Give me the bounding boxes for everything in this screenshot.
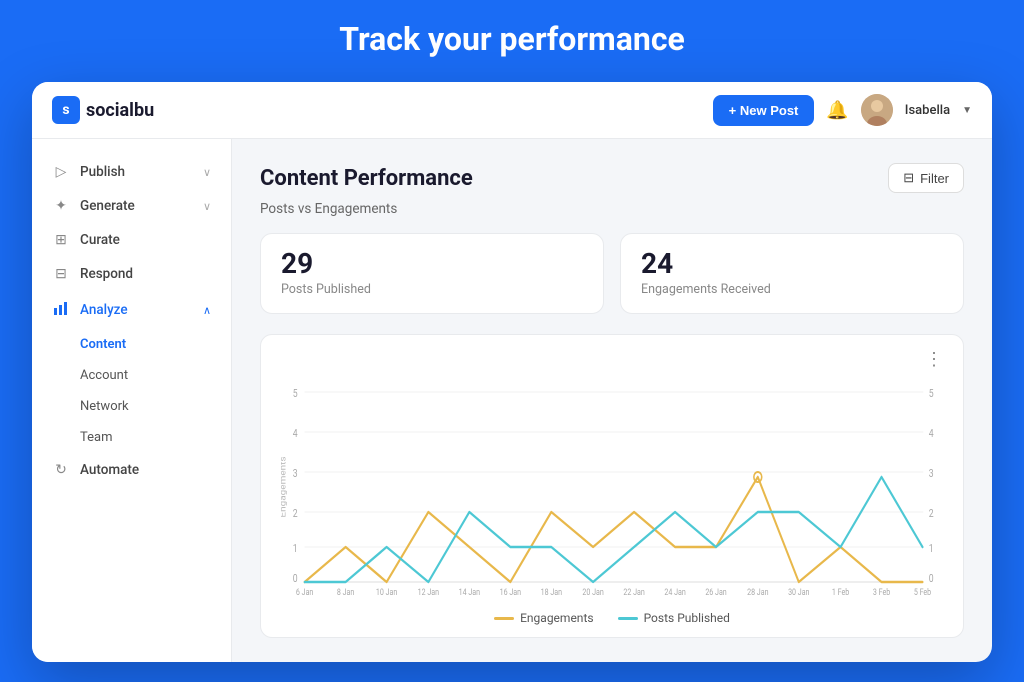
- svg-text:2: 2: [929, 508, 934, 520]
- logo-icon: s: [52, 96, 80, 124]
- stat-card-engagements: 24 Engagements Received: [620, 233, 964, 314]
- logo-text: socialbu: [86, 100, 154, 121]
- chevron-generate-icon: ∨: [203, 200, 211, 213]
- svg-text:4: 4: [293, 428, 298, 440]
- svg-text:Posts Published: Posts Published: [940, 451, 943, 523]
- sidebar-sub-analyze: Content Account Network Team: [32, 329, 231, 453]
- svg-text:1 Feb: 1 Feb: [832, 586, 850, 597]
- analyze-icon: [52, 300, 70, 320]
- filter-icon: ⊟: [903, 170, 914, 186]
- chart-menu-icon[interactable]: ⋮: [925, 351, 943, 369]
- svg-text:4: 4: [929, 428, 934, 440]
- sidebar-label-curate: Curate: [80, 232, 120, 248]
- automate-icon: ↻: [52, 462, 70, 478]
- svg-text:10 Jan: 10 Jan: [376, 586, 397, 597]
- top-bar: s socialbu + New Post 🔔 Isabella ▼: [32, 82, 992, 139]
- generate-icon: ✦: [52, 198, 70, 214]
- svg-text:8 Jan: 8 Jan: [337, 586, 354, 597]
- svg-text:18 Jan: 18 Jan: [541, 586, 562, 597]
- legend-dot-engagements: [494, 617, 514, 620]
- new-post-button[interactable]: + New Post: [713, 95, 815, 126]
- svg-text:20 Jan: 20 Jan: [582, 586, 603, 597]
- chart-subtitle: Posts vs Engagements: [260, 201, 964, 217]
- svg-text:28 Jan: 28 Jan: [747, 586, 768, 597]
- svg-text:5: 5: [929, 388, 934, 400]
- svg-text:6 Jan: 6 Jan: [296, 586, 313, 597]
- publish-icon: ▷: [52, 164, 70, 180]
- svg-text:3: 3: [929, 468, 934, 480]
- stats-row: 29 Posts Published 24 Engagements Receiv…: [260, 233, 964, 314]
- sidebar-item-respond[interactable]: ⊟ Respond: [32, 257, 231, 291]
- sidebar-item-generate[interactable]: ✦ Generate ∨: [32, 189, 231, 223]
- main-layout: ▷ Publish ∨ ✦ Generate ∨ ⊞ Curate: [32, 139, 992, 662]
- svg-text:1: 1: [293, 543, 298, 555]
- svg-text:2: 2: [293, 508, 298, 520]
- stat-card-posts: 29 Posts Published: [260, 233, 604, 314]
- legend-engagements: Engagements: [494, 611, 593, 625]
- svg-text:12 Jan: 12 Jan: [418, 586, 439, 597]
- sidebar-item-curate[interactable]: ⊞ Curate: [32, 223, 231, 257]
- svg-text:24 Jan: 24 Jan: [664, 586, 685, 597]
- filter-button[interactable]: ⊟ Filter: [888, 163, 964, 193]
- respond-icon: ⊟: [52, 266, 70, 282]
- top-bar-right: + New Post 🔔 Isabella ▼: [713, 94, 972, 126]
- page-title: Content Performance: [260, 166, 473, 191]
- sidebar-sub-content[interactable]: Content: [80, 329, 231, 360]
- content-area: Content Performance ⊟ Filter Posts vs En…: [232, 139, 992, 662]
- sidebar-sub-team[interactable]: Team: [80, 422, 231, 453]
- curate-icon: ⊞: [52, 232, 70, 248]
- svg-text:22 Jan: 22 Jan: [623, 586, 644, 597]
- legend-posts: Posts Published: [618, 611, 730, 625]
- sidebar-item-automate[interactable]: ↻ Automate: [32, 453, 231, 487]
- stat-number-engagements: 24: [641, 250, 943, 278]
- sidebar-label-generate: Generate: [80, 198, 135, 214]
- sidebar-label-automate: Automate: [80, 462, 139, 478]
- sidebar-label-analyze: Analyze: [80, 302, 128, 318]
- chart-legend: Engagements Posts Published: [281, 611, 943, 625]
- svg-text:5 Feb: 5 Feb: [914, 586, 932, 597]
- svg-text:Engagements: Engagements: [281, 456, 288, 518]
- user-name: Isabella: [905, 103, 950, 118]
- svg-text:3: 3: [293, 468, 298, 480]
- app-window: s socialbu + New Post 🔔 Isabella ▼ ▷: [32, 82, 992, 662]
- svg-text:14 Jan: 14 Jan: [459, 586, 480, 597]
- chevron-analyze-icon: ∧: [203, 304, 211, 317]
- avatar: [861, 94, 893, 126]
- sidebar: ▷ Publish ∨ ✦ Generate ∨ ⊞ Curate: [32, 139, 232, 662]
- legend-label-engagements: Engagements: [520, 611, 593, 625]
- svg-text:30 Jan: 30 Jan: [788, 586, 809, 597]
- svg-text:5: 5: [293, 388, 298, 400]
- stat-number-posts: 29: [281, 250, 583, 278]
- sidebar-sub-network[interactable]: Network: [80, 391, 231, 422]
- svg-text:0: 0: [293, 573, 298, 585]
- sidebar-item-analyze[interactable]: Analyze ∧: [32, 291, 231, 329]
- chevron-down-icon[interactable]: ▼: [962, 105, 972, 116]
- sidebar-sub-account[interactable]: Account: [80, 360, 231, 391]
- svg-text:16 Jan: 16 Jan: [500, 586, 521, 597]
- chart-container: ⋮ 5 4 3 2 1 0 Engagements 5: [260, 334, 964, 638]
- svg-text:0: 0: [929, 573, 934, 585]
- content-header: Content Performance ⊟ Filter: [260, 163, 964, 193]
- stat-label-posts: Posts Published: [281, 282, 583, 297]
- filter-label: Filter: [920, 171, 949, 186]
- chart-svg-wrapper: 5 4 3 2 1 0 Engagements 5 4 3 2 1: [281, 377, 943, 601]
- chart-header: ⋮: [281, 351, 943, 369]
- legend-dot-posts: [618, 617, 638, 620]
- svg-text:1: 1: [929, 543, 934, 555]
- sidebar-label-publish: Publish: [80, 164, 125, 180]
- page-heading: Track your performance: [339, 20, 685, 58]
- sidebar-label-respond: Respond: [80, 266, 133, 282]
- stat-label-engagements: Engagements Received: [641, 282, 943, 297]
- svg-text:3 Feb: 3 Feb: [873, 586, 891, 597]
- logo: s socialbu: [52, 96, 154, 124]
- svg-text:26 Jan: 26 Jan: [705, 586, 726, 597]
- chevron-publish-icon: ∨: [203, 166, 211, 179]
- sidebar-item-publish[interactable]: ▷ Publish ∨: [32, 155, 231, 189]
- legend-label-posts: Posts Published: [644, 611, 730, 625]
- bell-icon[interactable]: 🔔: [826, 100, 848, 121]
- chart-svg: 5 4 3 2 1 0 Engagements 5 4 3 2 1: [281, 377, 943, 597]
